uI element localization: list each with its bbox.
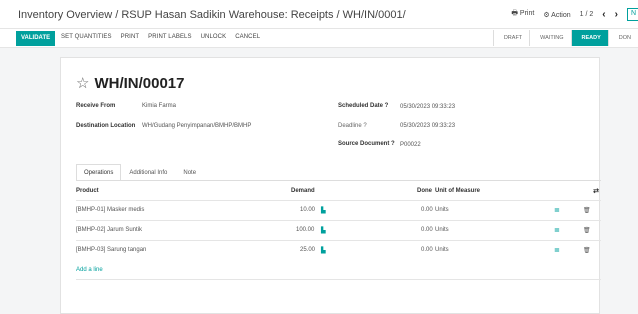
row-uom: Units: [435, 247, 449, 253]
status-ready[interactable]: READY: [570, 30, 608, 46]
breadcrumb-receipts[interactable]: RSUP Hasan Sadikin Warehouse: Receipts: [121, 9, 333, 21]
column-done[interactable]: Done: [417, 188, 432, 194]
pager-value[interactable]: 1 / 2: [580, 11, 594, 18]
row-uom: Units: [435, 207, 449, 213]
row-demand: 25.00: [300, 247, 316, 253]
breadcrumb: Inventory Overview / RSUP Hasan Sadikin …: [18, 9, 406, 21]
row-demand: 100.00: [296, 227, 315, 233]
destination-field[interactable]: WH/Gudang Penyimpanan/BMHP/BMHP: [142, 123, 251, 129]
gear-icon: ⚙: [543, 11, 550, 19]
receive-from-label: Receive From: [76, 103, 116, 109]
star-icon[interactable]: ☆: [76, 76, 89, 91]
trash-icon[interactable]: 🗑: [583, 227, 591, 234]
destination-label: Destination Location: [76, 123, 136, 129]
status-waiting[interactable]: WAITING: [529, 30, 571, 46]
status-done[interactable]: DON: [607, 30, 638, 46]
action-menu[interactable]: ⚙ Action: [543, 11, 570, 19]
record-title: WH/IN/00017: [94, 75, 185, 92]
row-done: 0.00: [421, 247, 433, 253]
status-bar: DRAFT WAITING READY DON: [492, 30, 638, 46]
print-icon: 🖶: [511, 10, 518, 17]
breadcrumb-inventory-overview[interactable]: Inventory Overview: [18, 9, 112, 21]
scheduled-date-field[interactable]: 05/30/2023 09:33:23: [400, 104, 455, 110]
breadcrumb-current: WH/IN/0001/: [342, 9, 406, 21]
table-row[interactable]: [BMHP-02] Jarum Suntik 100.00 ▙ 0.00 Uni…: [76, 220, 601, 238]
optional-columns-icon[interactable]: ⇄: [593, 187, 599, 195]
chart-icon[interactable]: ▙: [321, 247, 326, 254]
column-demand[interactable]: Demand: [291, 188, 315, 194]
breadcrumb-separator: /: [333, 9, 343, 21]
column-product[interactable]: Product: [76, 188, 99, 194]
row-product: [BMHP-02] Jarum Suntik: [76, 227, 143, 233]
chart-icon[interactable]: ▙: [321, 207, 326, 214]
print-button[interactable]: PRINT: [121, 34, 140, 40]
action-label: Action: [551, 11, 571, 19]
list-icon[interactable]: ≣: [554, 246, 560, 254]
list-icon[interactable]: ≣: [554, 226, 560, 234]
top-right-controls: 🖶 Print ⚙ Action 1 / 2 ‹ › N: [511, 8, 638, 21]
row-product: [BMHP-01] Masker medis: [76, 207, 145, 213]
status-draft[interactable]: DRAFT: [492, 30, 530, 46]
trash-icon[interactable]: 🗑: [583, 207, 591, 214]
scheduled-date-label: Scheduled Date ?: [338, 103, 389, 109]
deadline-field[interactable]: 05/30/2023 09:33:23: [400, 123, 455, 129]
top-bar: Inventory Overview / RSUP Hasan Sadikin …: [0, 0, 638, 28]
pager-prev-icon[interactable]: ‹: [602, 9, 605, 20]
source-document-label: Source Document ?: [338, 141, 395, 147]
print-menu[interactable]: 🖶 Print: [511, 9, 534, 20]
column-unit-of-measure[interactable]: Unit of Measure: [435, 188, 480, 194]
form-sheet: ☆ WH/IN/00017 Receive From Kimia Farma D…: [60, 57, 601, 314]
print-label: Print: [519, 10, 535, 17]
table-header: Product Demand Done Unit of Measure ⇄: [76, 185, 601, 200]
add-line-link[interactable]: Add a line: [76, 267, 103, 273]
table-row[interactable]: [BMHP-03] Sarung tangan 25.00 ▙ 0.00 Uni…: [76, 240, 601, 258]
row-done: 0.00: [421, 207, 433, 213]
tab-note[interactable]: Note: [175, 164, 204, 181]
print-labels-button[interactable]: PRINT LABELS: [148, 34, 191, 40]
validate-button[interactable]: VALIDATE: [16, 31, 56, 46]
row-done: 0.00: [421, 227, 433, 233]
trash-icon[interactable]: 🗑: [583, 247, 591, 254]
row-uom: Units: [435, 227, 449, 233]
row-demand: 10.00: [300, 207, 316, 213]
table-bottom-divider: [76, 279, 601, 280]
receive-from-field[interactable]: Kimia Farma: [142, 103, 176, 109]
deadline-label: Deadline ?: [338, 123, 367, 129]
pager-next-icon[interactable]: ›: [615, 9, 618, 20]
tab-additional-info[interactable]: Additional Info: [121, 164, 175, 181]
action-buttons: SET QUANTITIES PRINT PRINT LABELS UNLOCK…: [61, 34, 260, 40]
row-product: [BMHP-03] Sarung tangan: [76, 247, 147, 253]
table-row[interactable]: [BMHP-01] Masker medis 10.00 ▙ 0.00 Unit…: [76, 200, 601, 218]
breadcrumb-separator: /: [112, 9, 122, 21]
list-icon[interactable]: ≣: [554, 206, 560, 214]
new-button[interactable]: N: [626, 8, 638, 21]
unlock-button[interactable]: UNLOCK: [201, 34, 227, 40]
chart-icon[interactable]: ▙: [321, 227, 326, 234]
tab-divider: [76, 180, 601, 181]
tab-operations[interactable]: Operations: [76, 164, 122, 181]
cancel-button[interactable]: CANCEL: [235, 34, 260, 40]
record-title-row: ☆ WH/IN/00017: [76, 75, 185, 92]
source-document-field[interactable]: P00022: [400, 142, 421, 148]
form-tabs: Operations Additional Info Note: [76, 164, 204, 181]
set-quantities-button[interactable]: SET QUANTITIES: [61, 34, 112, 40]
